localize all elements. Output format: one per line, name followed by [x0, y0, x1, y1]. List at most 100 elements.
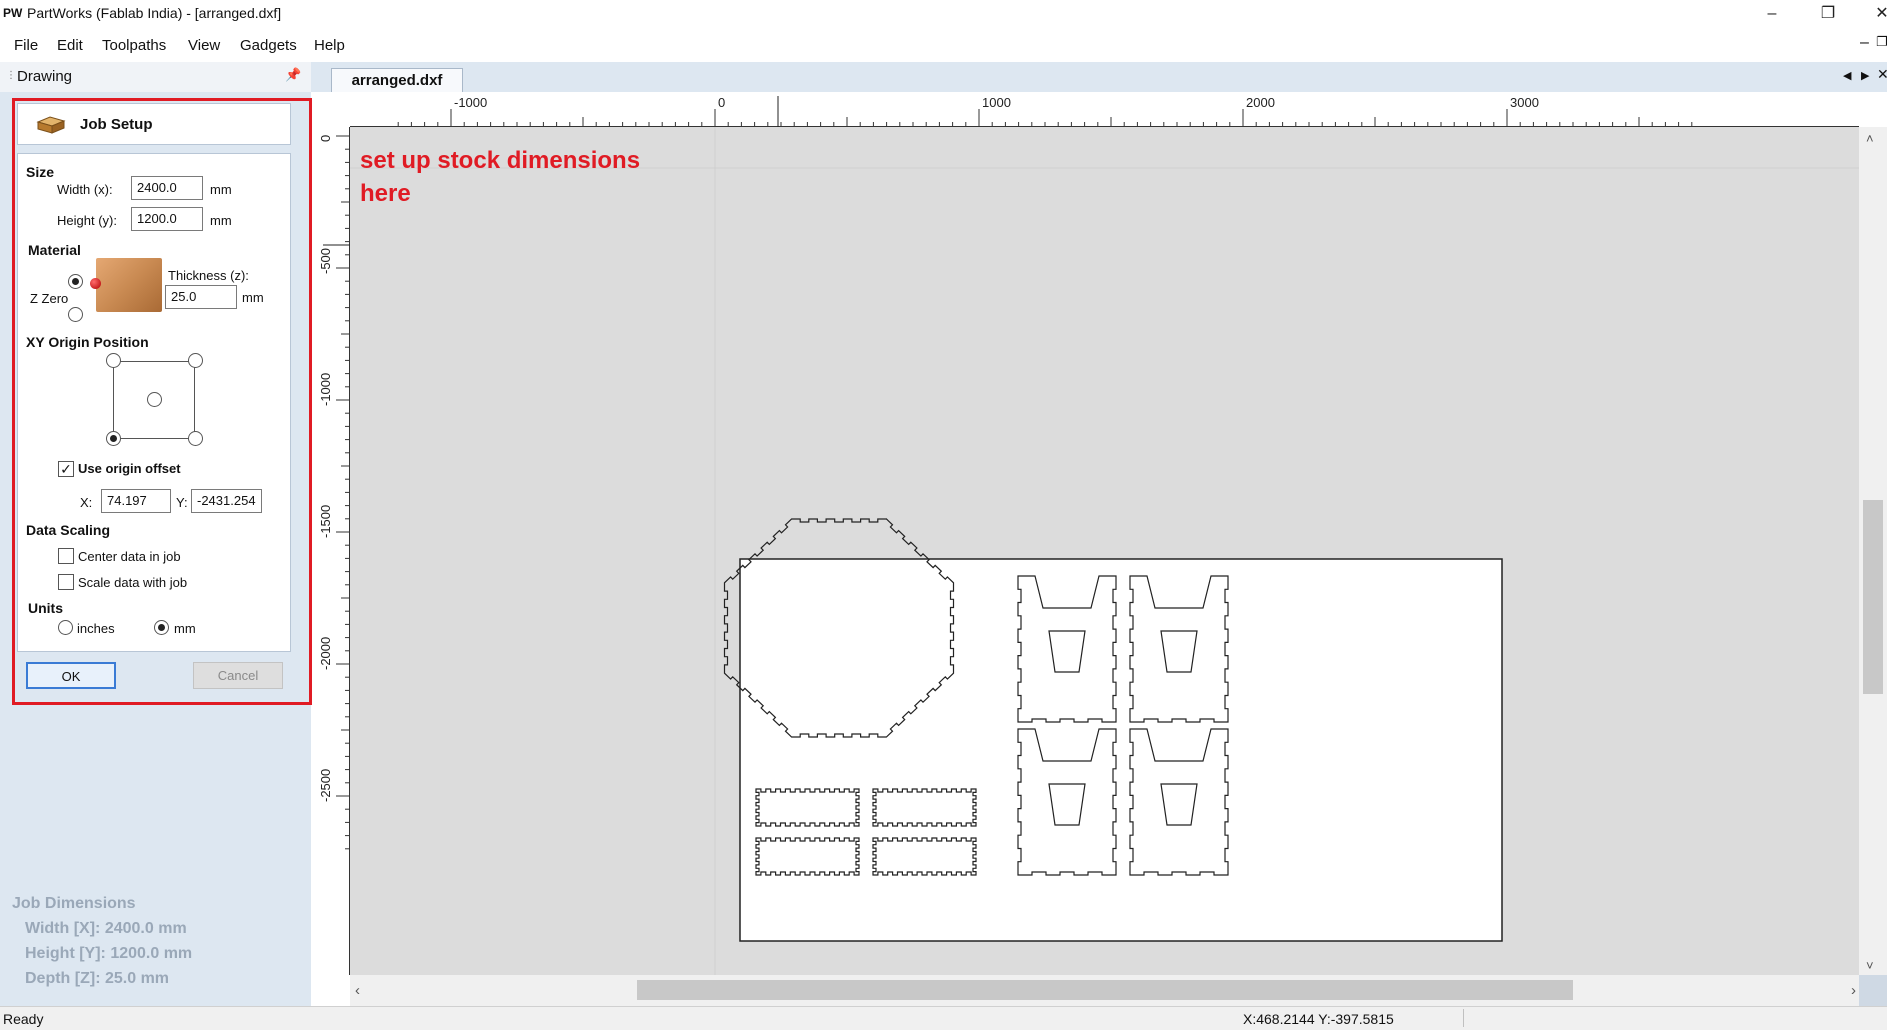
scroll-left-icon[interactable]: ‹	[355, 982, 360, 999]
size-section-label: Size	[26, 164, 55, 180]
job-setup-title: Job Setup	[80, 116, 153, 133]
menu-gadgets[interactable]: Gadgets	[240, 37, 297, 54]
offset-x-field[interactable]: 74.197	[101, 489, 171, 513]
material-block-image	[96, 258, 162, 312]
data-scaling-section-label: Data Scaling	[26, 522, 111, 538]
h-ruler-label: 3000	[1510, 95, 1539, 110]
origin-bottom-right-radio[interactable]	[188, 431, 203, 446]
z-zero-top-radio[interactable]	[68, 274, 83, 289]
v-ruler-label: -1000	[318, 373, 333, 406]
height-unit: mm	[210, 213, 232, 228]
job-setup-header: Job Setup	[17, 103, 291, 145]
ruler-corner	[313, 92, 350, 127]
job-dimensions-width: Width [X]: 2400.0 mm	[25, 920, 187, 937]
tab-scroll-left-icon[interactable]: ◀	[1843, 69, 1851, 82]
drawing-canvas[interactable]: -1000 0 1000 2000 3000 0 -500 -1000 -1500 -2000 -…	[313, 92, 1887, 1006]
center-data-checkbox[interactable]	[58, 548, 74, 564]
offset-y-label: Y:	[176, 495, 188, 510]
job-setup-form: Size Width (x): 2400.0 mm Height (y): 12…	[17, 153, 291, 652]
use-origin-offset-checkbox[interactable]: ✓	[58, 461, 74, 477]
z-zero-marker-icon	[90, 278, 101, 289]
height-label: Height (y):	[57, 213, 117, 228]
menu-edit[interactable]: Edit	[57, 37, 83, 54]
cancel-button[interactable]: Cancel	[193, 662, 283, 689]
job-dimensions-depth: Depth [Z]: 25.0 mm	[25, 970, 170, 987]
status-bar: Ready X:468.2144 Y:-397.5815	[0, 1006, 1887, 1030]
job-setup-icon	[36, 116, 66, 134]
job-dimensions-title: Job Dimensions	[12, 895, 136, 912]
menu-help[interactable]: Help	[314, 37, 345, 54]
menu-file[interactable]: File	[14, 37, 38, 54]
scroll-down-icon[interactable]: ˅	[1866, 958, 1874, 973]
h-ruler-label: -1000	[454, 95, 487, 110]
height-field[interactable]: 1200.0	[131, 207, 203, 231]
h-ruler-label: 2000	[1246, 95, 1275, 110]
origin-top-left-radio[interactable]	[106, 353, 121, 368]
h-ruler-label: 0	[718, 95, 725, 110]
scroll-right-icon[interactable]: ›	[1851, 982, 1856, 999]
units-section-label: Units	[28, 600, 63, 616]
xy-origin-section-label: XY Origin Position	[26, 334, 149, 350]
v-ruler-label: -2000	[318, 637, 333, 670]
offset-y-field[interactable]: -2431.254	[191, 489, 262, 513]
menu-toolpaths[interactable]: Toolpaths	[102, 37, 166, 54]
origin-bottom-left-radio[interactable]	[106, 431, 121, 446]
center-data-label: Center data in job	[78, 549, 181, 564]
menu-view[interactable]: View	[188, 37, 220, 54]
v-ruler-label: 0	[318, 135, 333, 142]
width-label: Width (x):	[57, 182, 113, 197]
pin-icon[interactable]: 📌	[285, 67, 301, 83]
v-ruler-label: -1500	[318, 505, 333, 538]
drawing-tab[interactable]: ⋮ Drawing 📌	[0, 62, 311, 92]
v-ruler-label: -500	[318, 248, 333, 274]
mdi-minimize-icon[interactable]: –	[1860, 34, 1869, 52]
horizontal-scrollbar-thumb[interactable]	[637, 980, 1573, 1000]
status-divider	[1463, 1009, 1464, 1027]
minimize-icon[interactable]: –	[1752, 2, 1792, 26]
thickness-unit: mm	[242, 290, 264, 305]
stock-sheet[interactable]	[739, 558, 1503, 942]
menu-bar: File Edit Toolpaths View Gadgets Help – …	[0, 28, 1887, 62]
origin-top-right-radio[interactable]	[188, 353, 203, 368]
h-ruler-label: 1000	[982, 95, 1011, 110]
thickness-label: Thickness (z):	[168, 268, 249, 283]
app-logo: PW	[3, 6, 23, 20]
drawing-tab-label: Drawing	[17, 68, 73, 85]
status-text: Ready	[3, 1011, 44, 1027]
v-ruler-label: -2500	[318, 769, 333, 802]
scale-data-label: Scale data with job	[78, 575, 188, 590]
grip-icon: ⋮	[6, 70, 16, 81]
job-dimensions-summary: Job Dimensions Width [X]: 2400.0 mm Heig…	[12, 895, 192, 995]
z-zero-bottom-radio[interactable]	[68, 307, 83, 322]
vertical-scrollbar-thumb[interactable]	[1863, 500, 1883, 694]
width-unit: mm	[210, 182, 232, 197]
units-mm-radio[interactable]	[154, 620, 169, 635]
drawing-view[interactable]: -1000 0 1000 2000 3000 0 -500 -1000 -1500 -2000 -…	[313, 92, 1887, 1006]
units-inches-label: inches	[77, 621, 115, 636]
tab-close-icon[interactable]: ✕	[1877, 66, 1887, 83]
cursor-coordinates: X:468.2144 Y:-397.5815	[1243, 1011, 1394, 1027]
units-mm-label: mm	[174, 621, 196, 636]
scale-data-checkbox[interactable]	[58, 574, 74, 590]
document-tab-strip: arranged.dxf ◀ ▶ ✕	[311, 62, 1887, 94]
offset-x-label: X:	[80, 495, 93, 510]
thickness-field[interactable]: 25.0	[165, 285, 237, 309]
width-field[interactable]: 2400.0	[131, 176, 203, 200]
restore-icon[interactable]: ❐	[1808, 2, 1848, 26]
use-origin-offset-label: Use origin offset	[78, 461, 181, 476]
title-bar: PW PartWorks (Fablab India) - [arranged.…	[0, 0, 1887, 28]
tab-scroll-right-icon[interactable]: ▶	[1861, 69, 1869, 82]
window-title: PartWorks (Fablab India) - [arranged.dxf…	[27, 5, 282, 21]
scroll-up-icon[interactable]: ˄	[1866, 131, 1874, 146]
origin-center-radio[interactable]	[147, 392, 162, 407]
ok-button[interactable]: OK	[26, 662, 116, 689]
units-inches-radio[interactable]	[58, 620, 73, 635]
close-icon[interactable]: ✕	[1862, 2, 1887, 26]
horizontal-ruler	[350, 92, 1887, 127]
annotation-line-1: set up stock dimensions	[360, 147, 640, 174]
mdi-restore-icon[interactable]: ❐	[1876, 34, 1887, 50]
annotation-line-2: here	[360, 180, 411, 207]
tab-arranged-dxf[interactable]: arranged.dxf	[331, 68, 463, 94]
job-dimensions-height: Height [Y]: 1200.0 mm	[25, 945, 193, 962]
z-zero-label: Z Zero	[30, 291, 69, 306]
